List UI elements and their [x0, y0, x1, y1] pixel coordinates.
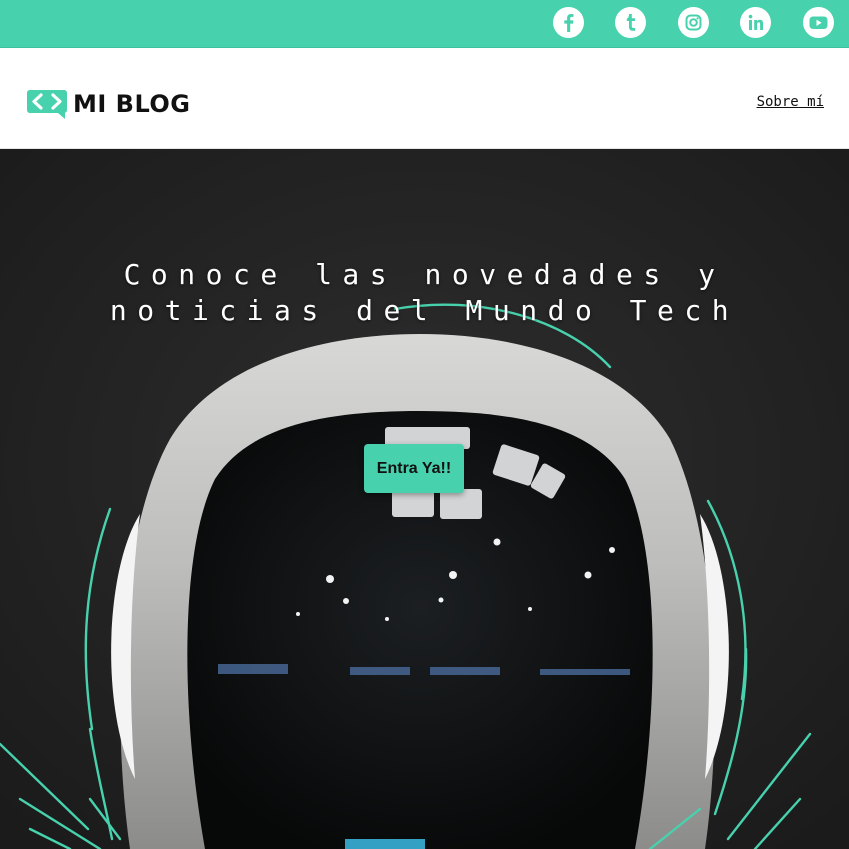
hero-title: Conoce las novedades y noticias del Mund… [0, 257, 849, 329]
linkedin-icon[interactable] [740, 7, 771, 38]
hero-section: Conoce las novedades y noticias del Mund… [0, 149, 849, 849]
code-chat-icon [27, 90, 67, 119]
instagram-icon[interactable] [678, 7, 709, 38]
social-topbar [0, 0, 849, 48]
facebook-icon[interactable] [553, 7, 584, 38]
site-logo[interactable]: MI BLOG [27, 88, 191, 120]
astronaut-helmet-image [0, 149, 849, 849]
hero-title-line-2: noticias del Mundo Tech [109, 294, 740, 327]
hero-title-line-1: Conoce las novedades y [123, 258, 726, 291]
nav-link-sobre-mi[interactable]: Sobre mí [757, 94, 824, 110]
tumblr-icon[interactable] [615, 7, 646, 38]
site-header: MI BLOG Sobre mí [0, 48, 849, 149]
youtube-icon[interactable] [803, 7, 834, 38]
entra-ya-button[interactable]: Entra Ya!! [364, 444, 464, 493]
logo-text: MI BLOG [73, 90, 191, 118]
